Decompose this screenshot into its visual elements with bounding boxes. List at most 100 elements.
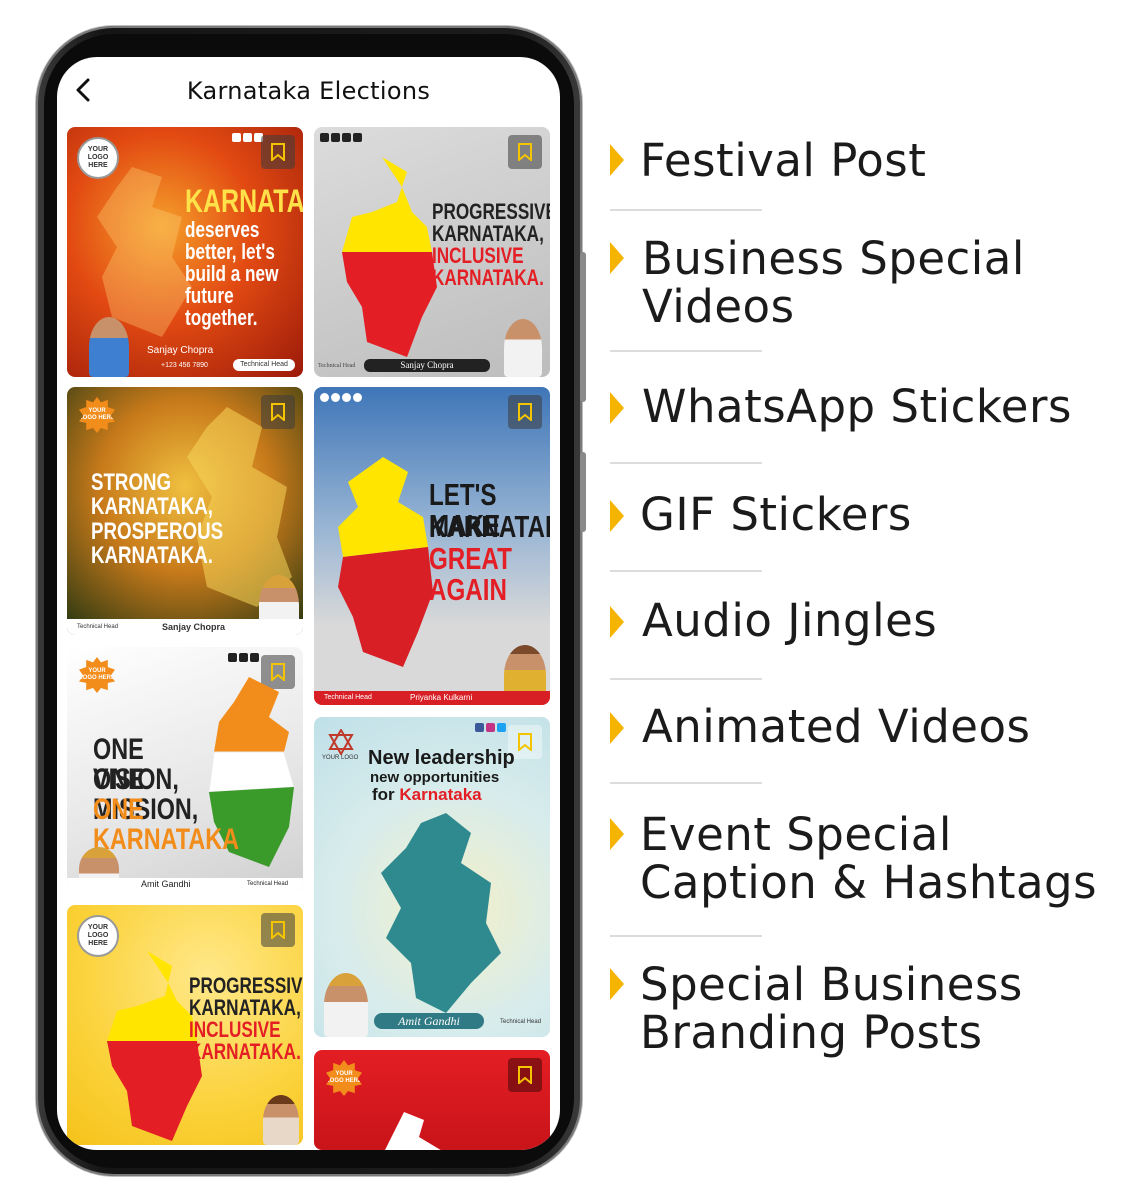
card-headline-line: KARNATAKA, [432,221,544,246]
bookmark-button[interactable] [508,135,542,169]
feature-label: Audio Jingles [642,594,938,647]
triangle-right-icon [610,144,624,176]
bookmark-icon [271,143,285,161]
bookmark-icon [271,921,285,939]
person-role: Technical Head [318,363,356,369]
person-name: Amit Gandhi [141,879,191,889]
card-headline-line: ONE KARNATAKA [93,793,240,856]
karnataka-map-shape [381,813,501,1013]
triangle-right-icon [610,968,624,1000]
card-footer: Amit Gandhi Technical Head [67,878,303,891]
phone-side-button [580,252,586,402]
logo-placeholder: YOUR LOGO HERE [79,657,115,693]
bookmark-icon [518,733,532,751]
person-photo [504,319,542,377]
card-headline-line: INCLUSIVE [432,243,524,268]
card-footer: Technical Head Sanjay Chopra [67,619,303,635]
social-icons [320,393,362,402]
divider [610,462,762,464]
app-header: Karnataka Elections [57,57,560,123]
social-icons [320,133,362,142]
person-role: Technical Head [324,694,372,701]
card-headline-line: INCLUSIVE [189,1017,281,1042]
template-card[interactable]: YOUR LOGO HERE KARNATAKA deserves better… [67,127,303,377]
social-icons [475,723,506,732]
bookmark-icon [518,403,532,421]
template-card[interactable]: YOUR LOGO HERE ONE VISION, ONE MISSION, … [67,647,303,891]
feature-label: WhatsApp Stickers [642,380,1072,433]
bookmark-button[interactable] [508,395,542,429]
social-icons [228,653,259,662]
triangle-right-icon [610,392,624,424]
logo-placeholder: YOUR LOGO HERE [326,1060,362,1096]
triangle-right-icon [610,818,624,850]
person-role: Technical Head [233,359,295,371]
triangle-right-icon [610,606,624,638]
bookmark-button[interactable] [261,135,295,169]
template-card[interactable]: PROGRESSIVE KARNATAKA, INCLUSIVE KARNATA… [314,127,550,377]
divider [610,935,762,937]
person-photo [263,1095,299,1145]
feature-label: Videos [642,280,795,333]
person-role: Technical Head [247,881,289,887]
divider [610,782,762,784]
app-screen: Karnataka Elections YOUR LOGO HERE KARNA… [57,57,560,1150]
card-headline-line: PROGRESSIVE [189,973,303,998]
logo-placeholder: YOUR LOGO HERE [79,397,115,433]
phone-side-button [580,452,586,532]
card-headline-line: KARNATAKA [429,509,550,544]
card-headline: KARNATAKA [185,183,303,219]
feature-label: Event Special [640,808,952,861]
card-headline: STRONG KARNATAKA, PROSPEROUS KARNATAKA. [91,469,224,570]
person-name: Sanjay Chopra [364,359,490,372]
person-role: Technical Head [77,624,119,630]
social-icons [232,133,263,142]
bookmark-icon [518,143,532,161]
feature-label: Caption & Hashtags [640,856,1098,909]
karnataka-map-shape [338,457,433,667]
template-card[interactable]: YOUR LOGO HERE [314,1050,550,1150]
card-headline-line: PROGRESSIVE [432,199,550,224]
triangle-right-icon [610,712,624,744]
feature-label: Special Business [640,958,1023,1011]
star-logo-icon [328,728,354,756]
template-card[interactable]: LET'S MAKE KARNATAKA GREAT AGAIN Technic… [314,387,550,705]
karnataka-map-shape [385,1112,441,1150]
divider [610,350,762,352]
divider [610,678,762,680]
template-card[interactable]: YOUR LOGO New leadership new opportuniti… [314,717,550,1037]
feature-label: Branding Posts [640,1006,983,1059]
template-card[interactable]: YOUR LOGO HERE PROGRESSIVE KARNATAKA, IN… [67,905,303,1145]
triangle-right-icon [610,500,624,532]
person-photo [324,973,368,1037]
headline-text: for [372,785,400,804]
bookmark-button[interactable] [261,913,295,947]
feature-label: Business Special [642,232,1025,285]
card-headline-line: KARNATAKA. [432,265,544,290]
karnataka-map-shape [342,157,437,357]
card-headline-line: KARNATAKA. [189,1039,301,1064]
person-photo [89,317,129,377]
card-headline-line: for Karnataka [372,785,482,805]
headline-accent: Karnataka [399,785,482,804]
person-name: Priyanka Kulkarni [410,693,473,702]
triangle-right-icon [610,242,624,274]
card-headline-line: New leadership [368,747,515,769]
feature-label: Festival Post [640,134,927,187]
person-role: Technical Head [500,1019,542,1025]
bookmark-icon [518,1066,532,1084]
page-title: Karnataka Elections [186,77,431,105]
card-headline-line: GREAT AGAIN [429,541,512,607]
template-card[interactable]: YOUR LOGO HERE STRONG KARNATAKA, PROSPER… [67,387,303,635]
bookmark-button[interactable] [508,1058,542,1092]
divider [610,570,762,572]
card-headline-line: KARNATAKA, [189,995,301,1020]
feature-label: Animated Videos [642,700,1031,753]
card-subheadline: deserves better, let's build a new futur… [185,217,279,330]
person-name: Sanjay Chopra [162,622,226,632]
logo-placeholder: YOUR LOGO [322,755,359,761]
card-footer: Technical Head Priyanka Kulkarni [314,691,550,705]
divider [610,209,762,211]
card-headline-line: new opportunities [370,769,500,786]
person-name: Sanjay Chopra [147,345,214,356]
